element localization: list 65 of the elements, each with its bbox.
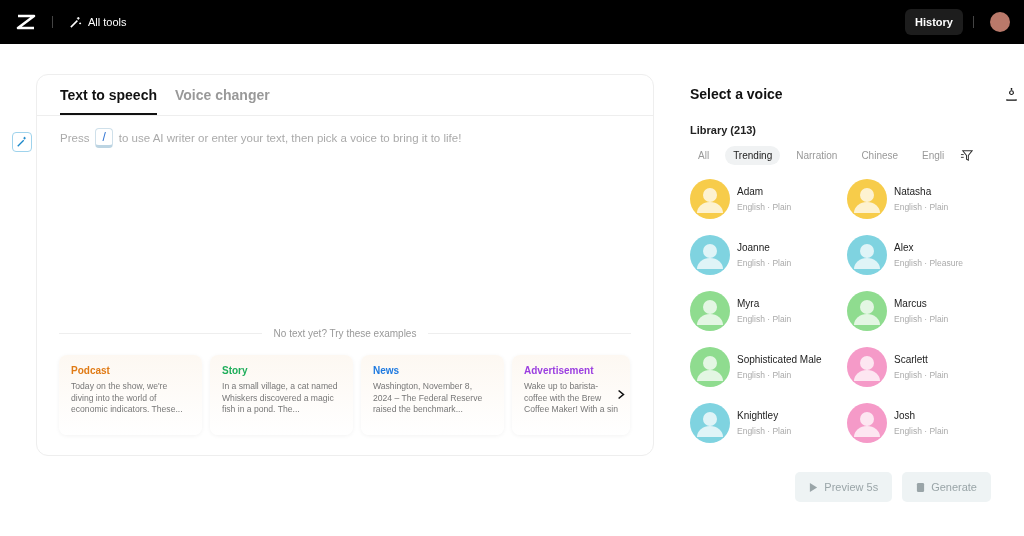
example-card[interactable]: Podcast Today on the show, we're diving into the world of economic indicators. These... — [59, 355, 202, 435]
hint-text: to use AI writer or enter your text, then pick a voice to bring it to life! — [118, 132, 462, 144]
filter-chip[interactable]: Narration — [788, 146, 846, 165]
voice-description: English · Plain — [894, 426, 949, 436]
voice-name: Sophisticated Male — [737, 354, 822, 365]
avatar-placeholder[interactable] — [690, 235, 730, 275]
voice-description: English · Plain — [894, 370, 949, 380]
hint-text: Press — [60, 132, 90, 144]
voice-name: Myra — [737, 298, 761, 309]
voice-description: English · Plain — [737, 258, 792, 268]
document-icon — [916, 481, 926, 493]
voice-description: English · Plain — [737, 370, 793, 380]
voice-name: Joanne — [737, 242, 771, 253]
history-button[interactable]: History — [905, 9, 963, 35]
voice-name: Alex — [894, 242, 915, 253]
filter-chip[interactable]: Trending — [725, 146, 781, 165]
filter-chip[interactable]: Chinese — [853, 146, 907, 165]
voice-name: Josh — [894, 410, 917, 421]
tab[interactable]: Text to speech — [60, 75, 157, 115]
ai-writer-icon[interactable] — [12, 132, 32, 152]
voice-description: English · Plain — [894, 202, 949, 212]
voice-name: Scarlett — [894, 354, 929, 365]
avatar-placeholder[interactable] — [690, 403, 730, 443]
magic-wand-icon — [69, 15, 82, 29]
example-title: Advertisement — [524, 365, 595, 376]
avatar-placeholder[interactable] — [690, 291, 730, 331]
voice-description: English · Plain — [737, 314, 792, 324]
tab[interactable]: Voice changer — [175, 75, 270, 115]
avatar-placeholder[interactable] — [847, 403, 887, 443]
logo-icon[interactable] — [16, 14, 36, 30]
library-heading: Library (213) — [690, 124, 758, 136]
slash-key: / — [95, 128, 113, 148]
example-title: Story — [222, 365, 249, 376]
voice-description: English · Pleasure — [894, 258, 963, 268]
voice-name: Adam — [737, 186, 765, 197]
avatar-placeholder[interactable] — [847, 347, 887, 387]
filter-chip[interactable]: Engli — [914, 146, 953, 165]
example-card[interactable]: News Washington, November 8, 2024 – The Federal Reserve raised the benchmark... — [361, 355, 504, 435]
example-card[interactable]: Story In a small village, a cat named Whiskers discovered a magic fish in a pond. The... — [210, 355, 353, 435]
example-text: In a small village, a cat named Whiskers discovered a magic fish in a pond. The... — [222, 381, 339, 416]
examples-label: No text yet? Try these examples — [273, 328, 417, 339]
example-title: Podcast — [71, 365, 111, 376]
avatar-placeholder[interactable] — [847, 291, 887, 331]
voice-name: Marcus — [894, 298, 928, 309]
user-avatar[interactable] — [990, 12, 1010, 32]
voice-name: Natasha — [894, 186, 933, 197]
example-text: Wake up to barista- coffee with the Brew Coffee Maker! With a sin — [524, 381, 618, 416]
example-text: Washington, November 8, 2024 – The Federal Reserve raised the benchmark... — [373, 381, 484, 416]
voice-description: English · Plain — [737, 202, 792, 212]
chevron-right-icon[interactable] — [617, 389, 625, 400]
voice-description: English · Plain — [894, 314, 949, 324]
example-card[interactable]: Advertisement Wake up to barista- coffee with the Brew Coffee Maker! With a sin — [512, 355, 630, 435]
play-icon — [809, 481, 819, 493]
avatar-placeholder[interactable] — [690, 179, 730, 219]
filter-chip[interactable]: All — [690, 146, 718, 165]
avatar-placeholder[interactable] — [847, 235, 887, 275]
example-text: Today on the show, we're diving into the world of economic indicators. These... — [71, 381, 184, 416]
filter-icon[interactable] — [960, 149, 974, 162]
avatar-placeholder[interactable] — [690, 347, 730, 387]
avatar-placeholder[interactable] — [847, 179, 887, 219]
voice-description: English · Plain — [737, 426, 792, 436]
all-tools-button[interactable]: All tools — [69, 15, 127, 29]
panel-title: Select a voice — [690, 86, 783, 102]
example-title: News — [373, 365, 401, 376]
voice-name: Knightley — [737, 410, 780, 421]
